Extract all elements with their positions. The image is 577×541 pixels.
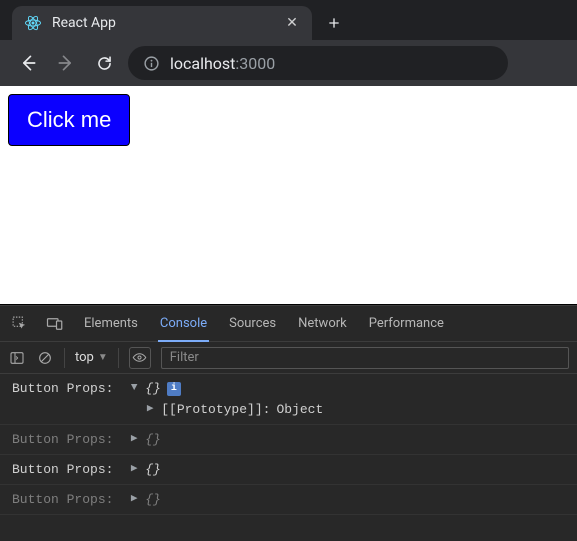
devtools-panel: Elements Console Sources Network Perform… — [0, 305, 577, 541]
log-label: Button Props: — [12, 459, 121, 480]
disclosure-right-icon[interactable]: ▶ — [129, 489, 139, 510]
clear-console-icon[interactable] — [36, 349, 54, 367]
back-button[interactable] — [14, 49, 42, 77]
close-icon[interactable]: ✕ — [284, 15, 300, 31]
forward-button[interactable] — [52, 49, 80, 77]
tab-network[interactable]: Network — [296, 306, 349, 342]
filter-placeholder: Filter — [170, 350, 199, 365]
log-object: ▼ {} i ▶ [[Prototype]]: Object — [129, 378, 323, 420]
react-logo-icon — [24, 14, 42, 32]
info-badge-icon[interactable]: i — [167, 382, 181, 396]
object-braces: {} — [145, 459, 161, 480]
url-text: localhost:3000 — [170, 54, 275, 73]
live-expression-icon[interactable] — [129, 347, 151, 369]
console-toolbar: top ▼ Filter — [0, 342, 577, 374]
new-tab-button[interactable] — [320, 9, 348, 37]
disclosure-down-icon[interactable]: ▼ — [129, 378, 139, 399]
tab-performance[interactable]: Performance — [367, 306, 446, 342]
url-host: localhost — [170, 54, 235, 73]
address-bar[interactable]: localhost:3000 — [128, 46, 508, 80]
console-log-row[interactable]: Button Props: ▶ {} — [0, 485, 577, 515]
devtools-tab-strip: Elements Console Sources Network Perform… — [0, 306, 577, 342]
tab-elements[interactable]: Elements — [82, 306, 140, 342]
console-filter-input[interactable]: Filter — [161, 347, 569, 369]
console-log-row[interactable]: Button Props: ▶ {} — [0, 455, 577, 485]
disclosure-right-icon[interactable]: ▶ — [129, 429, 139, 450]
tab-sources[interactable]: Sources — [227, 306, 278, 342]
tab-console[interactable]: Console — [158, 306, 209, 342]
object-braces: {} — [145, 429, 161, 450]
separator — [64, 348, 65, 368]
inspect-element-icon[interactable] — [10, 315, 28, 333]
disclosure-right-icon[interactable]: ▶ — [145, 399, 155, 420]
console-log-row[interactable]: Button Props: ▶ {} — [0, 425, 577, 455]
reload-button[interactable] — [90, 49, 118, 77]
site-info-icon[interactable] — [142, 54, 160, 72]
console-log-row[interactable]: Button Props: ▼ {} i ▶ [[Prototype]]: Ob… — [0, 374, 577, 425]
object-braces: {} — [145, 378, 161, 399]
log-label: Button Props: — [12, 429, 121, 450]
execution-context-selector[interactable]: top ▼ — [75, 350, 108, 365]
context-label: top — [75, 350, 94, 365]
proto-key: [[Prototype]]: — [161, 399, 270, 420]
console-sidebar-toggle-icon[interactable] — [8, 349, 26, 367]
browser-toolbar: localhost:3000 — [0, 40, 577, 86]
console-output: Button Props: ▼ {} i ▶ [[Prototype]]: Ob… — [0, 374, 577, 541]
chevron-down-icon: ▼ — [98, 352, 108, 363]
browser-tab-strip: React App ✕ — [0, 0, 577, 40]
object-braces: {} — [145, 489, 161, 510]
proto-value: Object — [276, 399, 323, 420]
device-toolbar-icon[interactable] — [46, 315, 64, 333]
log-label: Button Props: — [12, 378, 121, 420]
page-viewport: Click me — [0, 86, 577, 305]
browser-tab-active[interactable]: React App ✕ — [12, 6, 312, 40]
disclosure-right-icon[interactable]: ▶ — [129, 459, 139, 480]
click-me-button[interactable]: Click me — [8, 94, 130, 146]
separator — [118, 348, 119, 368]
log-label: Button Props: — [12, 489, 121, 510]
url-port: :3000 — [235, 54, 275, 73]
browser-tab-title: React App — [52, 15, 274, 31]
prototype-line[interactable]: ▶ [[Prototype]]: Object — [129, 399, 323, 420]
